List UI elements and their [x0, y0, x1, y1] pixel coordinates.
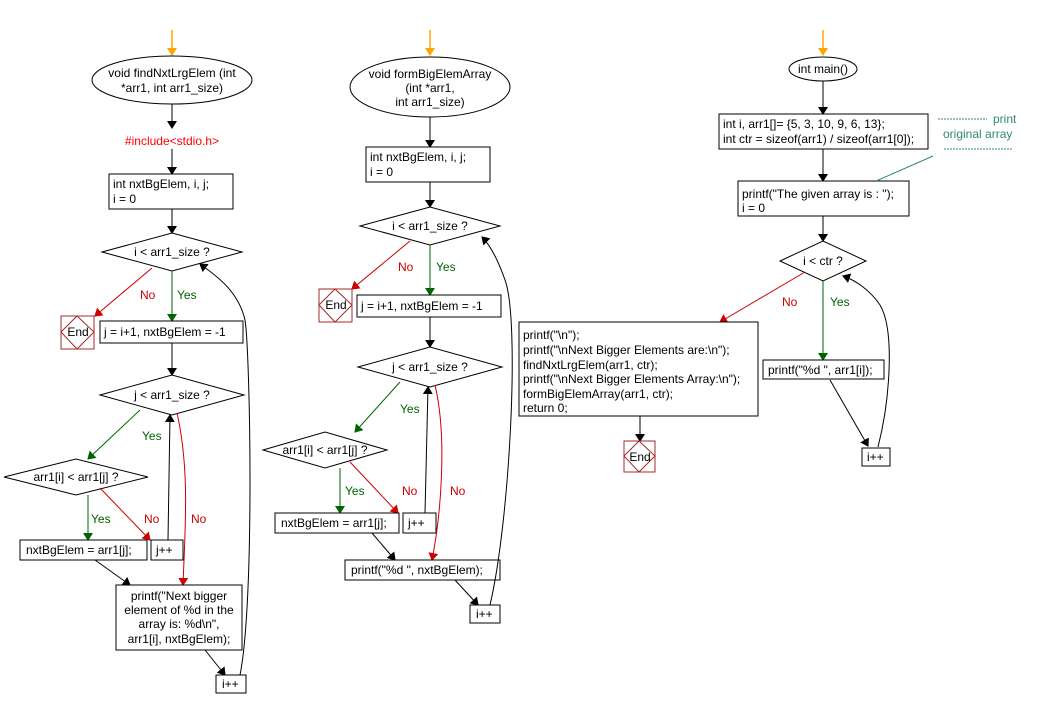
node-label: printf("\nNext Bigger Elements Array:\n"… [523, 372, 740, 386]
node-label: array is: %d\n", [139, 617, 220, 631]
flow-form-big-elem-array: void formBigElemArray (int *arr1, int ar… [261, 30, 513, 624]
node-label: No [140, 288, 156, 302]
node-label: print [993, 112, 1017, 126]
node-label: arr1[i] < arr1[j] ? [33, 470, 118, 484]
node-label: i++ [222, 677, 239, 691]
node-label: End [67, 325, 88, 339]
flowchart: void findNxtLrgElem (int *arr1, int arr1… [3, 30, 1017, 694]
node-label: Yes [436, 260, 456, 274]
node-label: printf("%d ", nxtBgElem); [351, 563, 483, 577]
node-label: int arr1_size) [395, 95, 464, 109]
end-node: End [60, 315, 95, 350]
node-label: i = 0 [742, 201, 765, 215]
node-label: printf("Next bigger [131, 589, 227, 603]
flow-main: int main() int i, arr1[]= {5, 3, 10, 9, … [518, 30, 1017, 473]
node-label: j++ [155, 543, 173, 557]
node-label: printf("\nNext Bigger Elements are:\n"); [523, 343, 730, 357]
node-label: arr1[i] < arr1[j] ? [282, 443, 367, 457]
node-label: return 0; [523, 401, 568, 415]
node-label: i < arr1_size ? [134, 245, 210, 259]
node-label: (int *arr1, [405, 81, 454, 95]
node-label: arr1[i], nxtBgElem); [128, 632, 231, 646]
node-label: Yes [830, 295, 850, 309]
node-label: i < arr1_size ? [392, 219, 468, 233]
node-label: nxtBgElem = arr1[j]; [26, 543, 132, 557]
node-label: j = i+1, nxtBgElem = -1 [360, 299, 483, 313]
node-label: j = i+1, nxtBgElem = -1 [103, 325, 226, 339]
node-label: i++ [476, 607, 493, 621]
node-label: element of %d in the [124, 603, 234, 617]
node-label: No [191, 512, 207, 526]
node-label: End [629, 450, 650, 464]
start-label: *arr1, int arr1_size) [121, 81, 223, 95]
node-label: i = 0 [113, 192, 136, 206]
node-label: Yes [177, 288, 197, 302]
node-label: original array [943, 127, 1012, 141]
flow-find-next-larger: void findNxtLrgElem (int *arr1, int arr1… [3, 30, 253, 694]
node-label: printf("The given array is : "); [742, 187, 894, 201]
node-label: nxtBgElem = arr1[j]; [281, 516, 387, 530]
node-label: Yes [400, 402, 420, 416]
node-label: i++ [867, 450, 884, 464]
node-label: formBigElemArray(arr1, ctr); [523, 387, 673, 401]
node-label: int i, arr1[]= {5, 3, 10, 9, 6, 13}; [723, 117, 885, 131]
node-label: Yes [91, 512, 111, 526]
node-label: i < ctr ? [803, 254, 843, 268]
end-node: End [318, 288, 353, 323]
node-label: j++ [407, 516, 425, 530]
node-label: Yes [142, 429, 162, 443]
end-node: End [623, 440, 656, 473]
node-label: void formBigElemArray [369, 67, 492, 81]
node-label: No [402, 484, 418, 498]
node-label: No [144, 512, 160, 526]
node-label: No [450, 484, 466, 498]
node-label: No [398, 260, 414, 274]
node-label: Yes [345, 484, 365, 498]
node-label: printf("%d ", arr1[i]); [768, 363, 873, 377]
node-label: i = 0 [370, 165, 393, 179]
start-label: void findNxtLrgElem (int [108, 66, 236, 80]
node-label: No [782, 295, 798, 309]
node-label: j < arr1_size ? [391, 360, 468, 374]
node-label: int nxtBgElem, i, j; [113, 177, 209, 191]
node-label: findNxtLrgElem(arr1, ctr); [523, 358, 658, 372]
node-label: End [325, 298, 346, 312]
node-label: int ctr = sizeof(arr1) / sizeof(arr1[0])… [723, 132, 914, 146]
include-label: #include<stdio.h> [125, 134, 219, 148]
node-label: int nxtBgElem, i, j; [370, 150, 466, 164]
node-label: printf("\n"); [523, 328, 580, 342]
start-node [91, 55, 253, 105]
node-label: j < arr1_size ? [133, 388, 210, 402]
node-label: int main() [798, 62, 848, 76]
